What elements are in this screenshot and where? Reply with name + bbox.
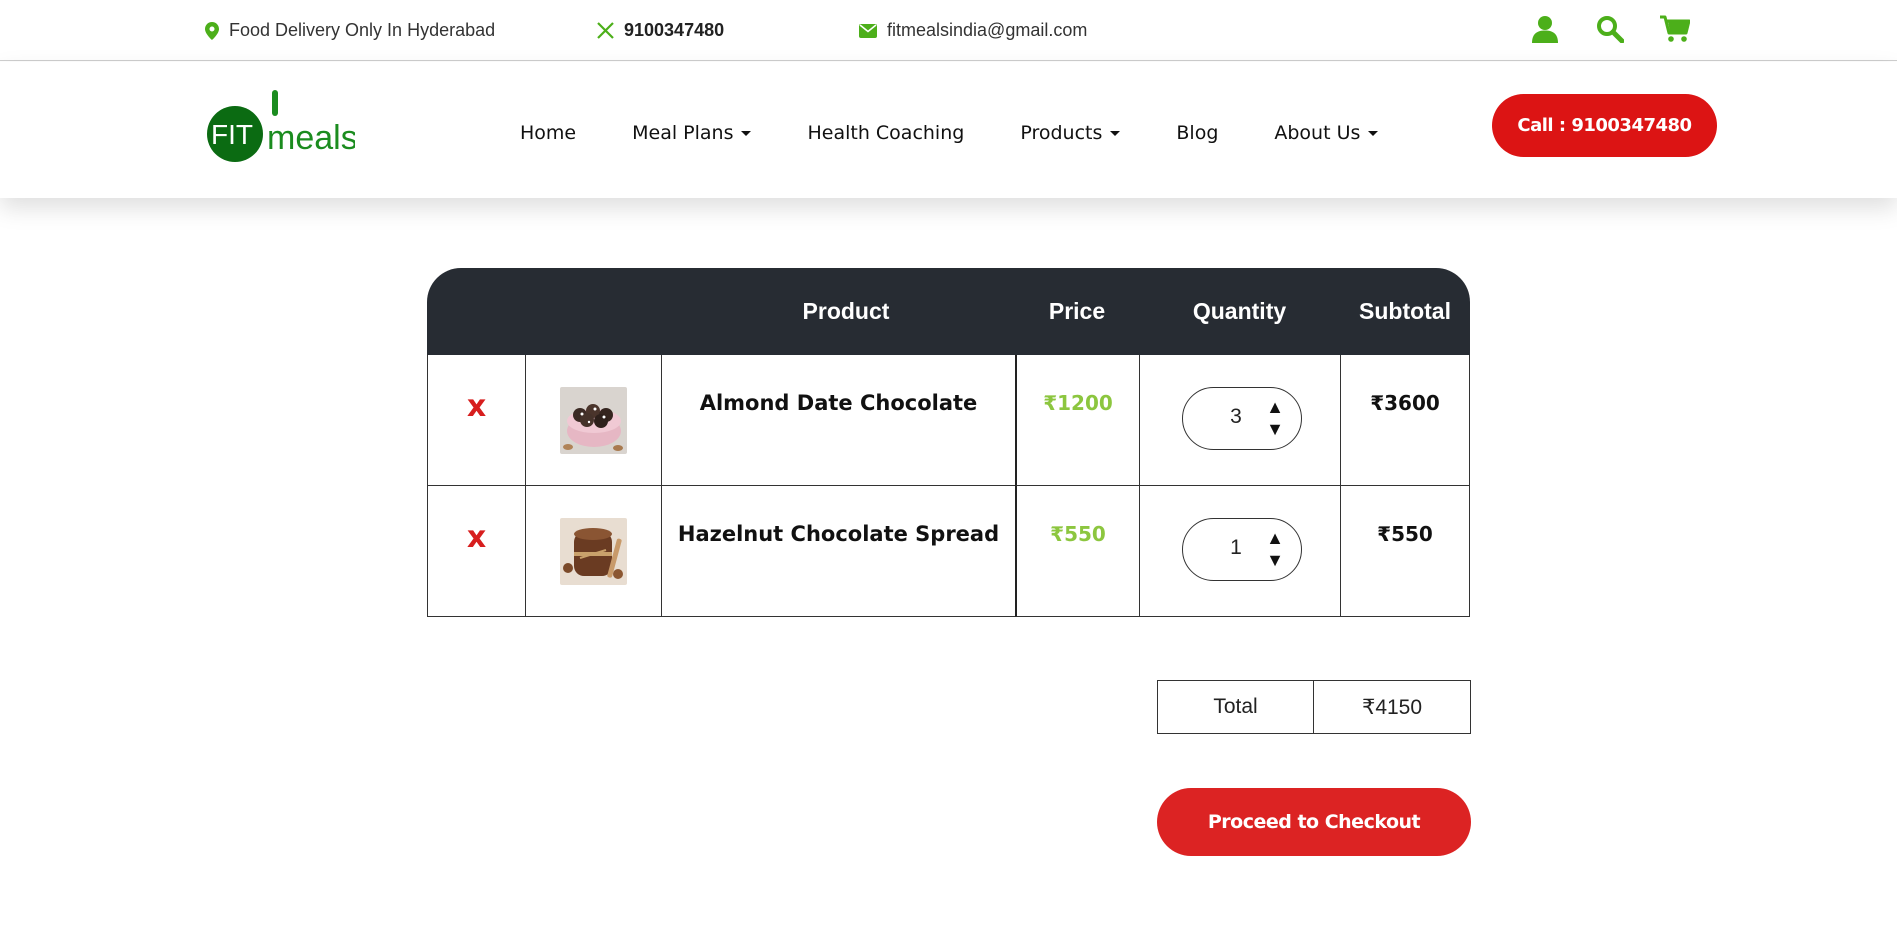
product-name[interactable]: Almond Date Chocolate bbox=[662, 391, 1015, 415]
nav-home[interactable]: Home bbox=[520, 122, 576, 144]
quantity-cell: 3 ▲ ▼ bbox=[1139, 355, 1340, 486]
phone-info[interactable]: 9100347480 bbox=[597, 20, 724, 41]
cart-table-header: Product Price Quantity Subtotal bbox=[427, 268, 1470, 355]
cart-total: Total ₹4150 bbox=[1157, 680, 1471, 734]
product-name[interactable]: Hazelnut Chocolate Spread bbox=[662, 522, 1015, 546]
remove-item-button[interactable]: x bbox=[428, 520, 525, 555]
fitmeals-logo[interactable]: FIT meals bbox=[205, 87, 358, 167]
header-price: Price bbox=[1048, 298, 1106, 324]
product-price: ₹1200 bbox=[1043, 391, 1113, 415]
increment-arrow-icon[interactable]: ▲ bbox=[1265, 528, 1285, 548]
product-name-cell: Hazelnut Chocolate Spread bbox=[661, 486, 1015, 617]
nav-products[interactable]: Products bbox=[1020, 122, 1121, 144]
email-info[interactable]: fitmealsindia@gmail.com bbox=[859, 20, 1087, 41]
caret-down-icon bbox=[1368, 130, 1379, 136]
quantity-stepper[interactable]: 1 ▲ ▼ bbox=[1182, 518, 1302, 581]
nav-blog-label[interactable]: Blog bbox=[1176, 122, 1218, 144]
caret-down-icon bbox=[741, 130, 752, 136]
location-pin-icon bbox=[205, 21, 219, 40]
product-name-cell: Almond Date Chocolate bbox=[661, 355, 1015, 486]
price-cell: ₹550 bbox=[1015, 486, 1139, 617]
header-subtotal: Subtotal bbox=[1359, 298, 1451, 324]
search-icon[interactable] bbox=[1594, 13, 1626, 45]
delivery-info: Food Delivery Only In Hyderabad bbox=[205, 20, 495, 41]
phone-text[interactable]: 9100347480 bbox=[624, 20, 724, 41]
caret-down-icon bbox=[1110, 130, 1121, 136]
total-value: ₹4150 bbox=[1361, 695, 1423, 719]
nav-products-label[interactable]: Products bbox=[1020, 122, 1102, 144]
email-text[interactable]: fitmealsindia@gmail.com bbox=[887, 20, 1087, 41]
cart-icon[interactable] bbox=[1659, 13, 1691, 45]
main-nav: Home Meal Plans Health Coaching Products… bbox=[520, 122, 1434, 144]
nav-blog[interactable]: Blog bbox=[1176, 122, 1218, 144]
remove-cell: x bbox=[427, 355, 525, 486]
nav-health-coaching[interactable]: Health Coaching bbox=[807, 122, 964, 144]
increment-arrow-icon[interactable]: ▲ bbox=[1265, 397, 1285, 417]
main-header: FIT meals Home Meal Plans Health Coachin… bbox=[0, 62, 1897, 198]
nav-about-us[interactable]: About Us bbox=[1274, 122, 1379, 144]
thumbnail-cell bbox=[525, 355, 661, 486]
table-row: x Hazelnut Chocolate Spread ₹550 1 ▲ ▼ ₹… bbox=[427, 486, 1470, 617]
subtotal-cell: ₹550 bbox=[1340, 486, 1470, 617]
remove-cell: x bbox=[427, 486, 525, 617]
nav-meal-plans-label[interactable]: Meal Plans bbox=[632, 122, 733, 144]
total-label: Total bbox=[1158, 681, 1314, 733]
quantity-value[interactable]: 3 bbox=[1221, 405, 1251, 429]
cart-table: Product Price Quantity Subtotal x Almond… bbox=[427, 268, 1470, 618]
user-icon[interactable] bbox=[1529, 13, 1561, 45]
product-image-hazelnut-chocolate-spread[interactable] bbox=[560, 518, 627, 585]
decrement-arrow-icon[interactable]: ▼ bbox=[1265, 419, 1285, 439]
nav-meal-plans[interactable]: Meal Plans bbox=[632, 122, 752, 144]
item-subtotal: ₹3600 bbox=[1370, 391, 1440, 415]
svg-text:FIT: FIT bbox=[211, 119, 253, 150]
proceed-to-checkout-button[interactable]: Proceed to Checkout bbox=[1157, 788, 1471, 856]
decrement-arrow-icon[interactable]: ▼ bbox=[1265, 550, 1285, 570]
product-price: ₹550 bbox=[1050, 522, 1106, 546]
nav-about-us-label[interactable]: About Us bbox=[1274, 122, 1360, 144]
envelope-icon bbox=[859, 23, 877, 38]
price-cell: ₹1200 bbox=[1015, 355, 1139, 486]
x-logo-icon bbox=[597, 22, 614, 39]
table-row: x Almond Date Chocolate ₹1200 3 ▲ ▼ ₹360… bbox=[427, 355, 1470, 486]
quantity-value[interactable]: 1 bbox=[1221, 536, 1251, 560]
product-image-almond-date-chocolate[interactable] bbox=[560, 387, 627, 454]
nav-health-coaching-label[interactable]: Health Coaching bbox=[807, 122, 964, 144]
header-quantity: Quantity bbox=[1192, 298, 1287, 324]
top-info-bar: Food Delivery Only In Hyderabad 91003474… bbox=[0, 0, 1897, 61]
delivery-text: Food Delivery Only In Hyderabad bbox=[229, 20, 496, 40]
svg-text:meals: meals bbox=[267, 119, 355, 157]
call-button[interactable]: Call : 9100347480 bbox=[1492, 94, 1717, 157]
item-subtotal: ₹550 bbox=[1377, 522, 1433, 546]
subtotal-cell: ₹3600 bbox=[1340, 355, 1470, 486]
header-product: Product bbox=[802, 298, 890, 324]
quantity-cell: 1 ▲ ▼ bbox=[1139, 486, 1340, 617]
quantity-stepper[interactable]: 3 ▲ ▼ bbox=[1182, 387, 1302, 450]
remove-item-button[interactable]: x bbox=[428, 389, 525, 424]
nav-home-label[interactable]: Home bbox=[520, 122, 576, 144]
thumbnail-cell bbox=[525, 486, 661, 617]
